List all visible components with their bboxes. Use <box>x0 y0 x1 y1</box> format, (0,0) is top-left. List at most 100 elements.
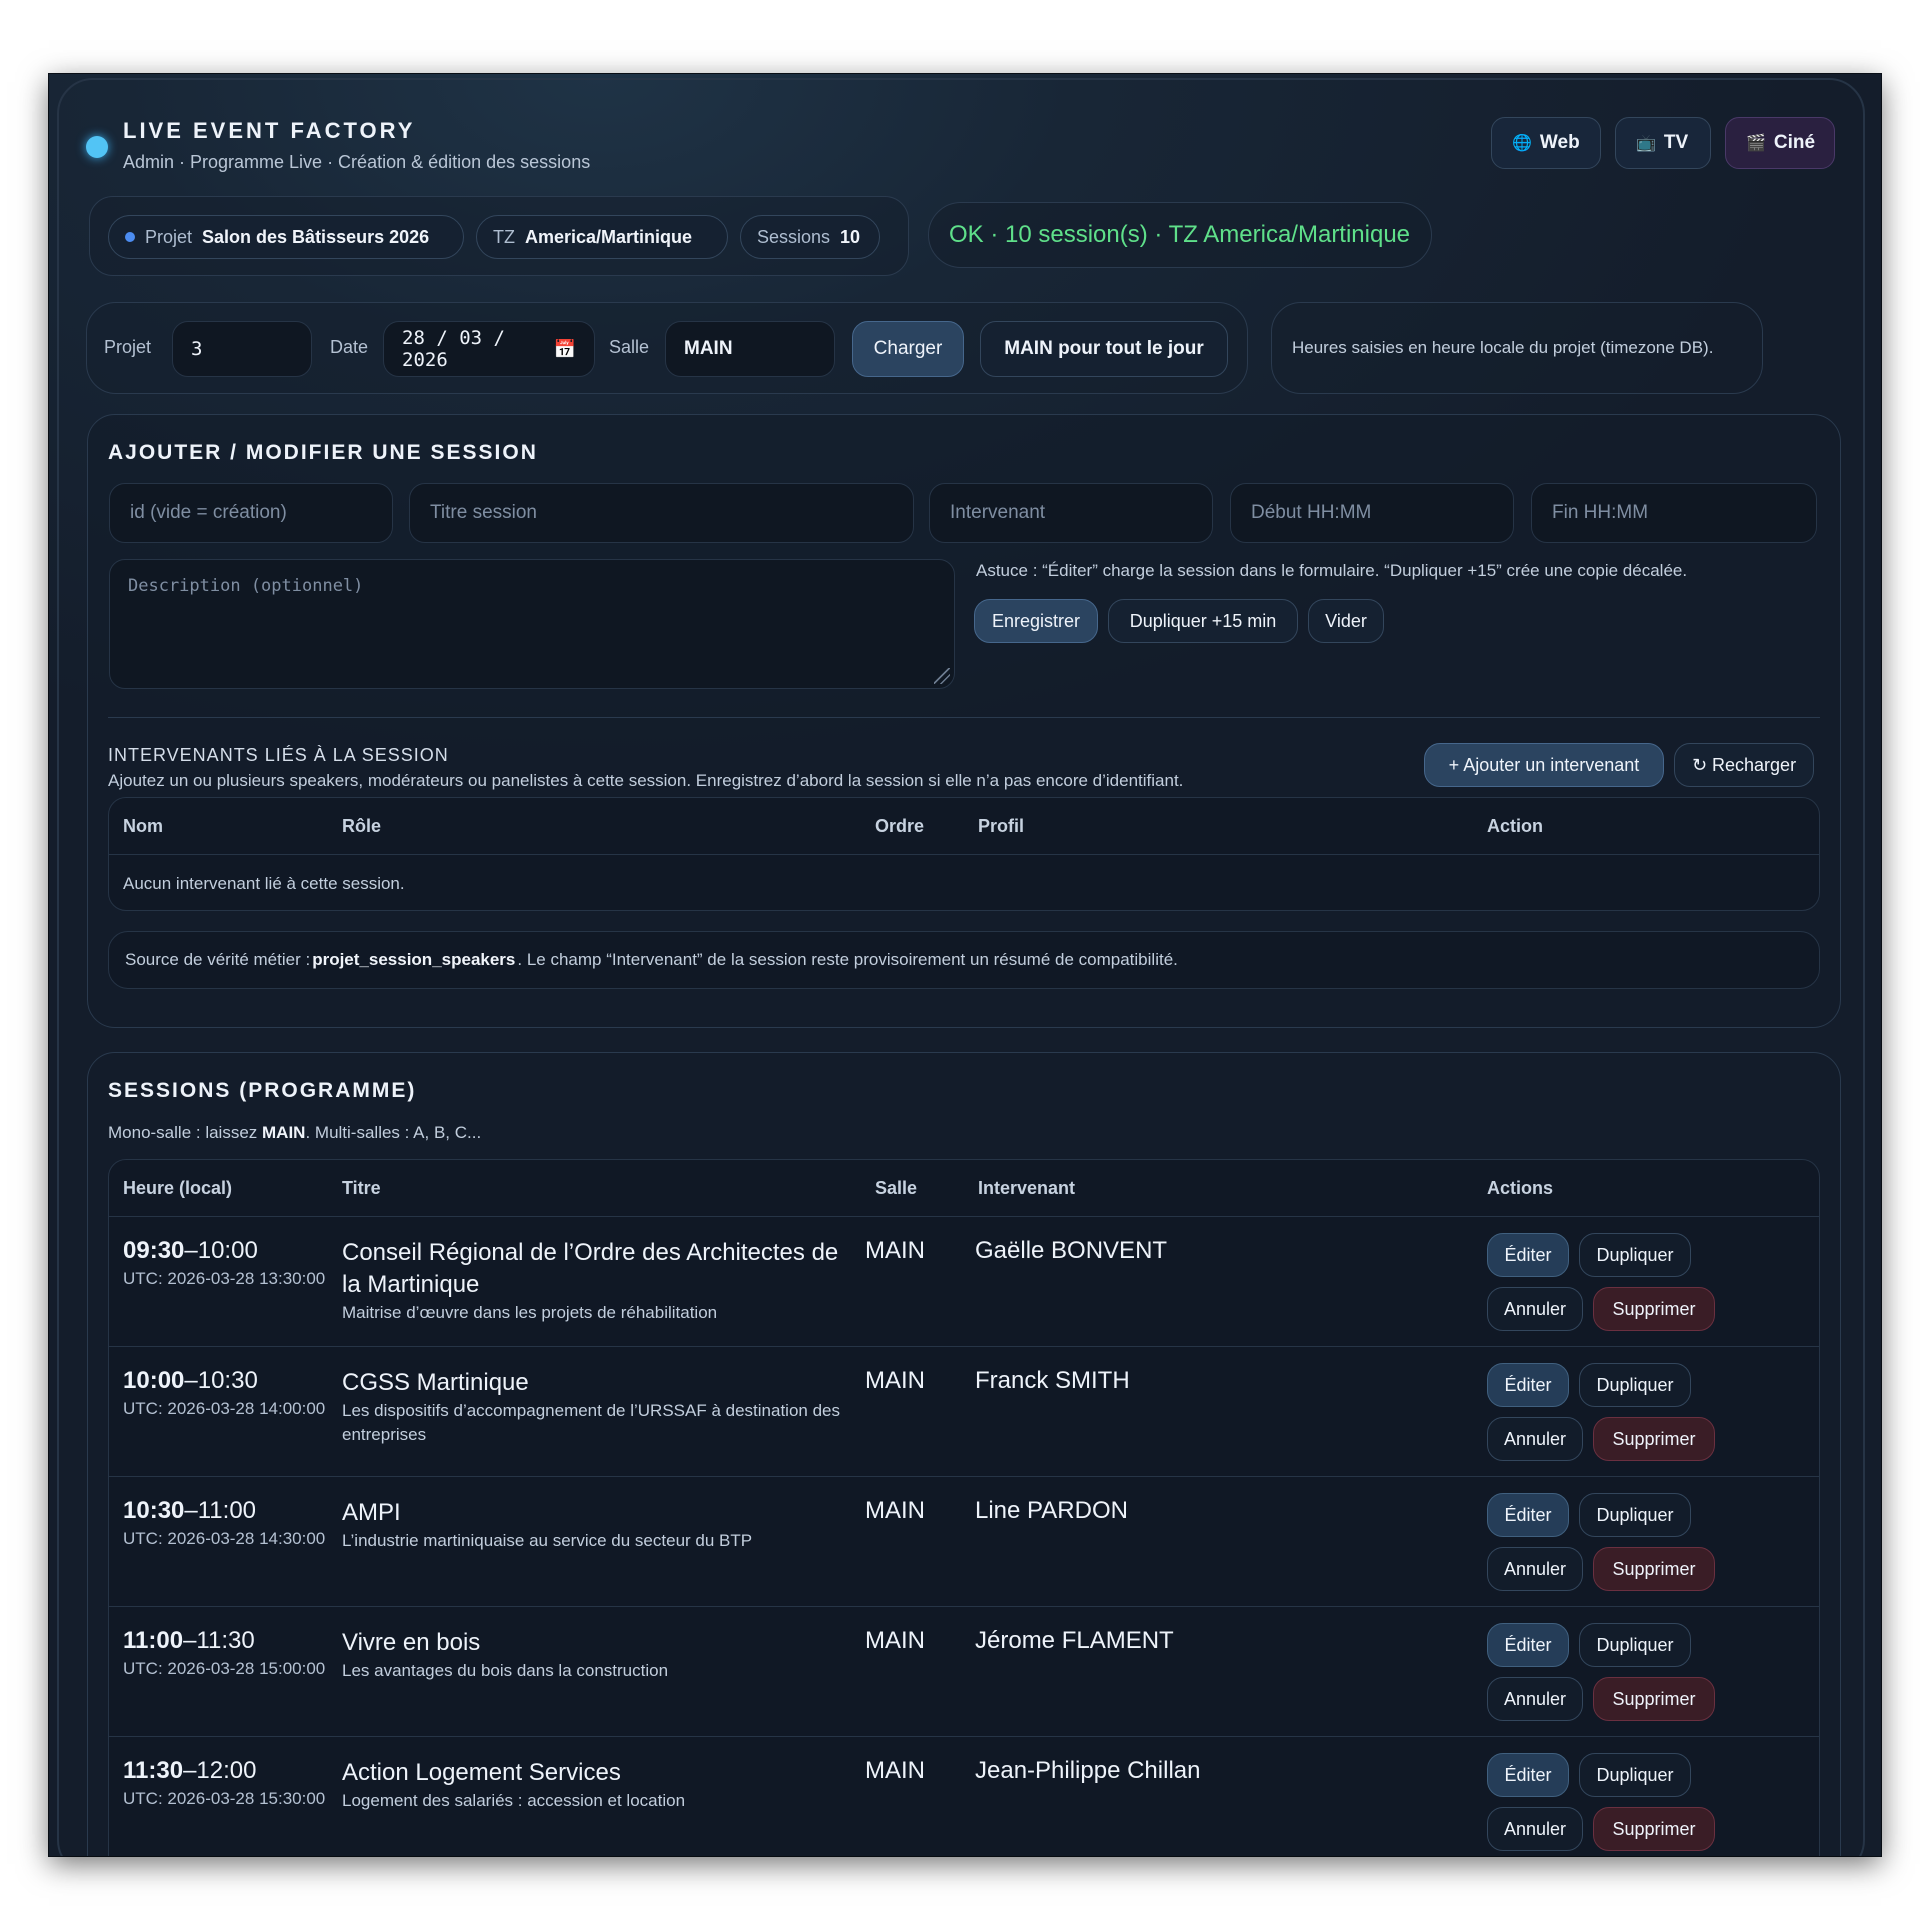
sessions-title: SESSIONS (PROGRAMME) <box>108 1079 417 1102</box>
speakers-header-divider <box>109 854 1819 855</box>
editor-divider <box>108 717 1820 718</box>
session-utc: UTC: 2026-03-28 14:00:00 <box>123 1399 326 1418</box>
project-summary-group: Projet Salon des Bâtisseurs 2026 TZ Amer… <box>89 196 909 276</box>
web-view-label: Web <box>1539 132 1580 153</box>
delete-button[interactable]: Supprimer <box>1593 1677 1715 1721</box>
room-label: Salle <box>609 337 650 357</box>
edit-button[interactable]: Éditer <box>1487 1623 1569 1667</box>
session-description: L’industrie martiniquaise au service du … <box>342 1531 753 1550</box>
cancel-button[interactable]: Annuler <box>1487 1677 1583 1721</box>
clear-button[interactable]: Vider <box>1308 599 1384 643</box>
timezone-pill: TZ America/Martinique <box>476 215 728 259</box>
session-editor-panel: AJOUTER / MODIFIER UNE SESSION id (vide … <box>87 414 1841 1028</box>
duplicate-button[interactable]: Dupliquer <box>1579 1233 1691 1277</box>
start-time-input[interactable]: Début HH:MM <box>1230 483 1514 543</box>
sessions-count-pill: Sessions 10 <box>740 215 880 259</box>
table-row: 11:30–12:00 UTC: 2026-03-28 15:30:00 Act… <box>109 1736 1819 1856</box>
note-suffix: . Le champ “Intervenant” de la session r… <box>517 950 1178 969</box>
tv-view-button[interactable]: 📺 TV <box>1615 117 1711 169</box>
duplicate-button[interactable]: Dupliquer <box>1579 1753 1691 1797</box>
main-all-day-button[interactable]: MAIN pour tout le jour <box>980 321 1228 377</box>
table-row: 11:00–11:30 UTC: 2026-03-28 15:00:00 Viv… <box>109 1606 1819 1736</box>
session-title-cell: CGSS Martinique Les dispositifs d’accompa… <box>342 1367 852 1447</box>
edit-button[interactable]: Éditer <box>1487 1233 1569 1277</box>
speakers-description: Ajoutez un ou plusieurs speakers, modéra… <box>108 771 1184 790</box>
col-order: Ordre <box>875 816 925 836</box>
sessions-pill-value: 10 <box>840 226 861 247</box>
note-prefix: Source de vérité métier : <box>125 950 311 969</box>
session-end: –11:30 <box>183 1627 255 1654</box>
session-room: MAIN <box>865 1757 925 1784</box>
tv-view-label: TV <box>1663 132 1689 153</box>
note-table-name: projet_session_speakers <box>312 950 516 969</box>
room-input[interactable]: MAIN <box>665 321 835 377</box>
calendar-icon[interactable]: 📅 <box>554 339 576 360</box>
clapperboard-icon: 🎬 <box>1746 135 1766 152</box>
session-room: MAIN <box>865 1497 925 1524</box>
session-time: 11:30–12:00 <box>123 1757 256 1785</box>
add-speaker-button[interactable]: + Ajouter un intervenant <box>1424 743 1664 787</box>
session-end: –10:30 <box>184 1367 258 1394</box>
session-start: 10:00 <box>123 1367 185 1394</box>
end-time-input[interactable]: Fin HH:MM <box>1531 483 1817 543</box>
duplicate-button[interactable]: Dupliquer <box>1579 1363 1691 1407</box>
session-end: –10:00 <box>184 1237 258 1264</box>
delete-button[interactable]: Supprimer <box>1593 1547 1715 1591</box>
speakers-empty-message: Aucun intervenant lié à cette session. <box>123 874 405 893</box>
session-end: –11:00 <box>184 1497 257 1524</box>
edit-button[interactable]: Éditer <box>1487 1493 1569 1537</box>
web-view-button[interactable]: 🌐 Web <box>1491 117 1601 169</box>
col-profile: Profil <box>978 816 1025 836</box>
cancel-button[interactable]: Annuler <box>1487 1807 1583 1851</box>
session-time: 09:30–10:00 <box>123 1237 258 1265</box>
table-row: 10:30–11:00 UTC: 2026-03-28 14:30:00 AMP… <box>109 1476 1819 1606</box>
sessions-panel: SESSIONS (PROGRAMME) Mono-salle : laisse… <box>87 1052 1841 1856</box>
session-start: 11:30 <box>123 1757 184 1784</box>
save-button[interactable]: Enregistrer <box>974 599 1098 643</box>
cancel-button[interactable]: Annuler <box>1487 1417 1583 1461</box>
speakers-table: Nom Rôle Ordre Profil Action Aucun inter… <box>108 797 1820 911</box>
project-id-label: Projet <box>104 337 152 357</box>
date-input[interactable]: 28 / 03 / 2026 📅 <box>383 321 595 377</box>
delete-button[interactable]: Supprimer <box>1593 1807 1715 1851</box>
delete-button[interactable]: Supprimer <box>1593 1417 1715 1461</box>
timezone-pill-label: TZ <box>493 226 515 247</box>
col-title: Titre <box>342 1178 381 1198</box>
cine-view-button[interactable]: 🎬 Ciné <box>1725 117 1835 169</box>
edit-button[interactable]: Éditer <box>1487 1753 1569 1797</box>
duplicate-button[interactable]: Dupliquer <box>1579 1493 1691 1537</box>
reload-speakers-button[interactable]: ↻ Recharger <box>1674 743 1814 787</box>
session-speaker: Gaëlle BONVENT <box>975 1237 1168 1264</box>
delete-button[interactable]: Supprimer <box>1593 1287 1715 1331</box>
session-room: MAIN <box>865 1367 925 1394</box>
sessions-hint-bold: MAIN <box>262 1123 306 1142</box>
globe-icon: 🌐 <box>1512 135 1532 152</box>
session-title-input[interactable]: Titre session <box>409 483 914 543</box>
speaker-input[interactable]: Intervenant <box>929 483 1213 543</box>
session-id-input[interactable]: id (vide = création) <box>109 483 393 543</box>
resize-handle-icon[interactable] <box>934 668 950 684</box>
description-textarea[interactable]: Description (optionnel) <box>109 559 955 689</box>
load-button[interactable]: Charger <box>852 321 964 377</box>
editor-tip: Astuce : “Éditer” charge la session dans… <box>976 561 1688 580</box>
duplicate-button[interactable]: Dupliquer <box>1579 1623 1691 1667</box>
cancel-button[interactable]: Annuler <box>1487 1287 1583 1331</box>
session-description: Les avantages du bois dans la constructi… <box>342 1661 669 1680</box>
session-title: CGSS Martinique <box>342 1369 529 1396</box>
sessions-hint-suffix: . Multi-salles : A, B, C... <box>305 1123 482 1142</box>
duplicate-15-button[interactable]: Dupliquer +15 min <box>1108 599 1298 643</box>
session-title: AMPI <box>342 1499 401 1526</box>
session-time: 11:00–11:30 <box>123 1627 255 1655</box>
session-utc: UTC: 2026-03-28 15:00:00 <box>123 1659 326 1678</box>
col-speaker: Intervenant <box>978 1178 1076 1198</box>
sessions-hint: Mono-salle : laissez MAIN. Multi-salles … <box>108 1123 481 1143</box>
cine-view-label: Ciné <box>1773 132 1816 153</box>
table-row: 10:00–10:30 UTC: 2026-03-28 14:00:00 CGS… <box>109 1346 1819 1476</box>
project-id-input[interactable]: 3 <box>172 321 312 377</box>
app-window: LIVE EVENT FACTORY Admin · Programme Liv… <box>49 74 1881 1856</box>
edit-button[interactable]: Éditer <box>1487 1363 1569 1407</box>
session-speaker: Jérome FLAMENT <box>975 1627 1174 1654</box>
session-room: MAIN <box>865 1237 925 1264</box>
cancel-button[interactable]: Annuler <box>1487 1547 1583 1591</box>
session-description: Logement des salariés : accession et loc… <box>342 1791 686 1810</box>
